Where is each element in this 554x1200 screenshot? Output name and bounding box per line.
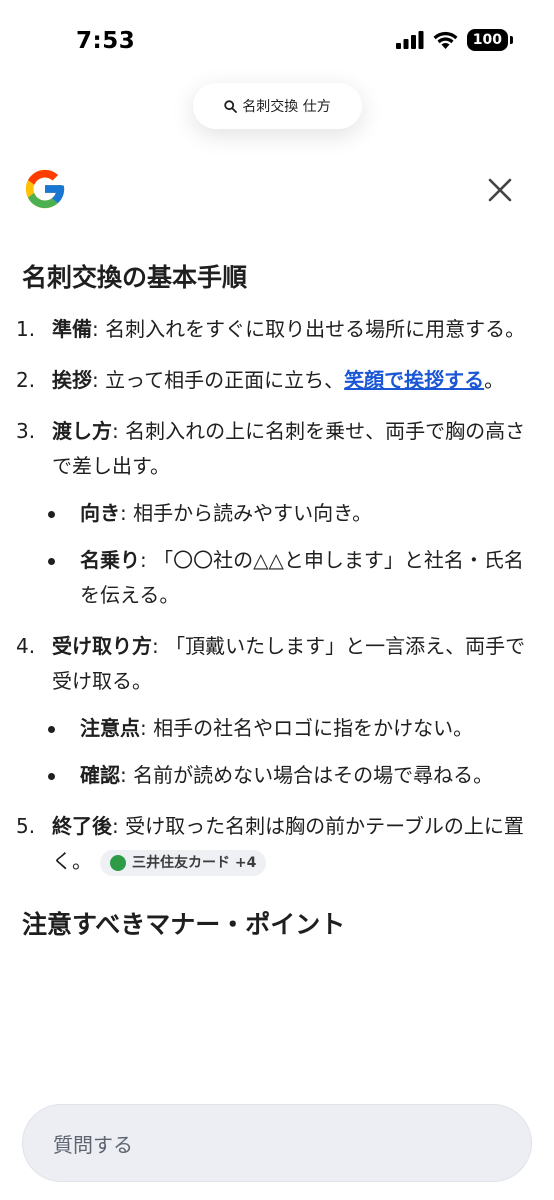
- ask-placeholder: 質問する: [53, 1132, 133, 1157]
- steps-list: 1. 準備: 名刺入れをすぐに取り出せる場所に用意する。 2. 挨拶: 立って相…: [16, 312, 532, 879]
- google-logo-icon: [25, 169, 65, 209]
- list-item: 1. 準備: 名刺入れをすぐに取り出せる場所に用意する。: [16, 317, 526, 341]
- answer-subheading: 注意すべきマナー・ポイント: [22, 910, 346, 939]
- battery-indicator: 100: [466, 29, 514, 51]
- search-query-text: 名刺交換 仕方: [242, 99, 331, 115]
- list-item: 名乗り: 「〇〇社の△△と申します」と社名・氏名を伝える。: [48, 543, 532, 613]
- list-item: 2. 挨拶: 立って相手の正面に立ち、笑顔で挨拶する。: [16, 368, 505, 392]
- list-item: 注意点: 相手の社名やロゴに指をかけない。: [48, 711, 532, 746]
- bullet-icon: [48, 773, 55, 780]
- signal-icon: [395, 31, 424, 49]
- ai-answer: 名刺交換の基本手順 1. 準備: 名刺入れをすぐに取り出せる場所に用意する。 2…: [16, 258, 532, 945]
- bullet-icon: [48, 511, 55, 518]
- answer-heading: 名刺交換の基本手順: [22, 263, 248, 292]
- greeting-link[interactable]: 笑顔で挨拶する: [344, 368, 484, 392]
- search-icon: [224, 99, 238, 113]
- source-chip[interactable]: 三井住友カード +4: [100, 849, 267, 876]
- status-icons: 100: [395, 29, 514, 51]
- list-item: 向き: 相手から読みやすい向き。: [48, 496, 532, 531]
- status-time: 7:53: [76, 28, 136, 54]
- list-item: 4. 受け取り方: 「頂戴いたします」と一言添え、両手で受け取る。 注意点: 相…: [16, 629, 532, 793]
- bullet-icon: [48, 726, 55, 733]
- source-favicon-icon: [110, 854, 126, 871]
- list-item: 5. 終了後: 受け取った名刺は胸の前かテーブルの上に置く。 三井住友カード +4: [16, 809, 532, 879]
- ask-input[interactable]: 質問する: [22, 1104, 532, 1182]
- wifi-icon: [433, 31, 458, 49]
- bullet-icon: [48, 558, 55, 565]
- status-bar: 7:53 100: [0, 0, 554, 84]
- list-item: 確認: 名前が読めない場合はその場で尋ねる。: [48, 758, 532, 793]
- close-icon[interactable]: [486, 176, 514, 204]
- search-query-pill[interactable]: 名刺交換 仕方: [193, 83, 362, 129]
- sub-list: 向き: 相手から読みやすい向き。 名乗り: 「〇〇社の△△と申します」と社名・氏…: [48, 496, 532, 613]
- list-item: 3. 渡し方: 名刺入れの上に名刺を乗せ、両手で胸の高さで差し出す。 向き: 相…: [16, 414, 532, 613]
- sub-list: 注意点: 相手の社名やロゴに指をかけない。 確認: 名前が読めない場合はその場で…: [48, 711, 532, 793]
